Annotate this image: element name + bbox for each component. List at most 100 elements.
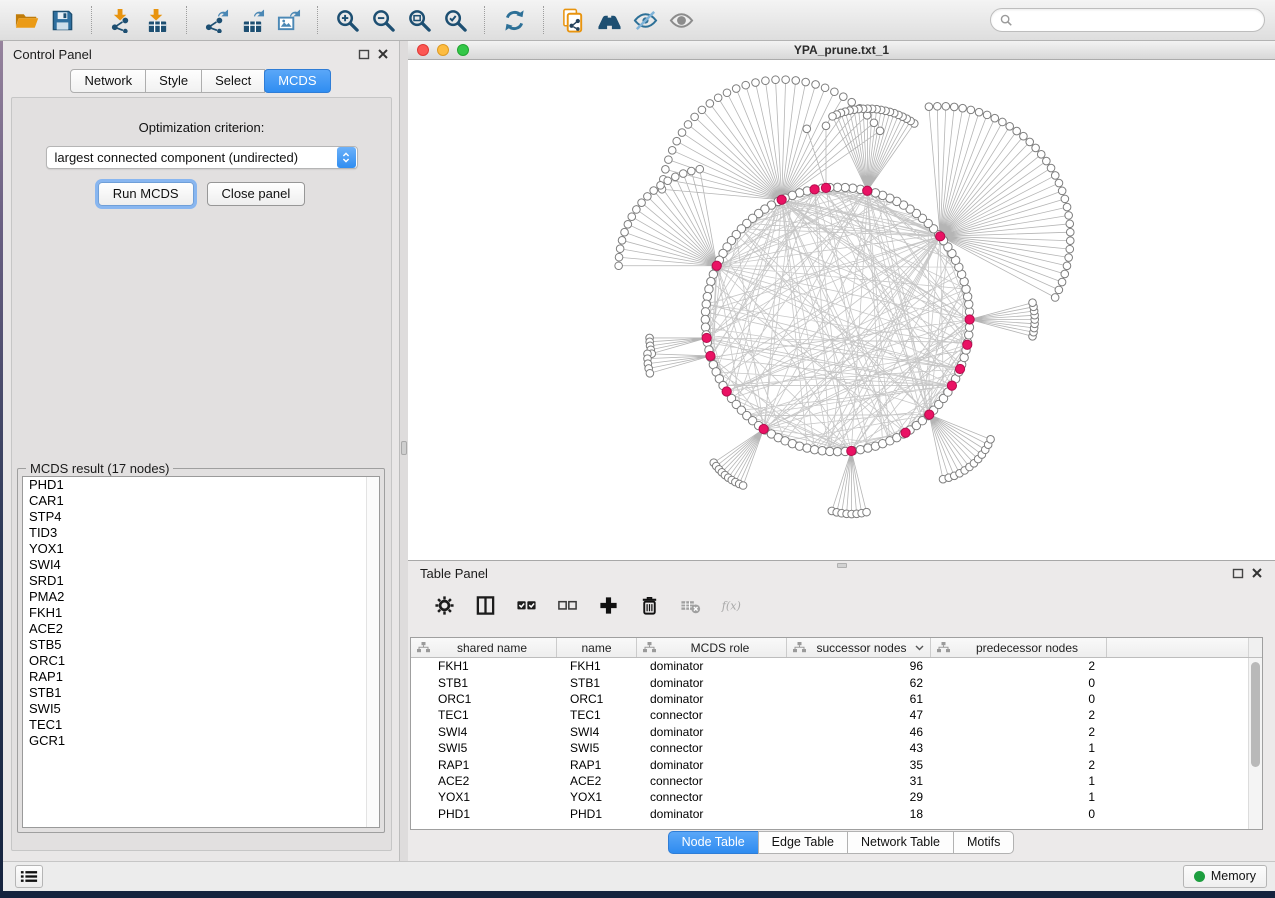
cell-name[interactable]: ORC1: [557, 692, 637, 706]
mcds-result-item[interactable]: SRD1: [23, 573, 379, 589]
network-node[interactable]: [1051, 172, 1059, 180]
network-node[interactable]: [833, 447, 841, 455]
network-node[interactable]: [870, 119, 878, 127]
select-all-button[interactable]: [514, 593, 538, 617]
deselect-all-button[interactable]: [555, 593, 579, 617]
network-node[interactable]: [1029, 299, 1037, 307]
import-network-button[interactable]: [105, 4, 137, 36]
mcds-result-item[interactable]: ACE2: [23, 621, 379, 637]
cell-shared-name[interactable]: ACE2: [411, 774, 557, 788]
network-hub-node[interactable]: [863, 186, 872, 195]
memory-button[interactable]: Memory: [1183, 865, 1267, 888]
network-node[interactable]: [963, 292, 971, 300]
cell-predecessor-nodes[interactable]: 0: [931, 807, 1107, 821]
network-node[interactable]: [705, 285, 713, 293]
float-panel-icon[interactable]: [358, 48, 370, 60]
network-node[interactable]: [1037, 151, 1045, 159]
cell-shared-name[interactable]: TEC1: [411, 708, 557, 722]
network-hub-node[interactable]: [965, 315, 974, 324]
network-node[interactable]: [624, 220, 632, 228]
tab-node-table[interactable]: Node Table: [668, 831, 759, 854]
mcds-result-item[interactable]: STP4: [23, 509, 379, 525]
network-hub-node[interactable]: [722, 387, 731, 396]
cell-shared-name[interactable]: SWI5: [411, 741, 557, 755]
mcds-result-item[interactable]: SWI4: [23, 557, 379, 573]
network-node[interactable]: [633, 206, 641, 214]
network-node[interactable]: [615, 253, 623, 261]
mcds-result-item[interactable]: GCR1: [23, 733, 379, 749]
cell-mcds-role[interactable]: dominator: [637, 807, 787, 821]
export-network-button[interactable]: [200, 4, 232, 36]
network-node[interactable]: [739, 482, 747, 490]
mcds-result-item[interactable]: SWI5: [23, 701, 379, 717]
network-node[interactable]: [1006, 122, 1014, 130]
cell-shared-name[interactable]: PHD1: [411, 807, 557, 821]
network-node[interactable]: [1061, 195, 1069, 203]
network-from-selection-button[interactable]: [557, 4, 589, 36]
table-row[interactable]: FKH1FKH1dominator962: [411, 658, 1262, 674]
network-node[interactable]: [621, 228, 629, 236]
network-node[interactable]: [706, 100, 714, 108]
add-row-button[interactable]: [596, 593, 620, 617]
cell-shared-name[interactable]: YOX1: [411, 790, 557, 804]
network-node[interactable]: [803, 125, 811, 133]
table-scrollbar[interactable]: [1248, 658, 1262, 829]
cell-name[interactable]: PHD1: [557, 807, 637, 821]
network-node[interactable]: [664, 177, 672, 185]
network-node[interactable]: [742, 81, 750, 89]
network-node[interactable]: [1032, 144, 1040, 152]
cell-predecessor-nodes[interactable]: 1: [931, 790, 1107, 804]
columns-button[interactable]: [473, 593, 497, 617]
network-node[interactable]: [703, 292, 711, 300]
zoom-fit-button[interactable]: [403, 4, 435, 36]
network-node[interactable]: [934, 102, 942, 110]
table-panel-grip[interactable]: [837, 563, 847, 568]
cell-successor-nodes[interactable]: 43: [787, 741, 931, 755]
close-panel-icon[interactable]: [377, 48, 389, 60]
network-node[interactable]: [762, 77, 770, 85]
cell-name[interactable]: RAP1: [557, 758, 637, 772]
cell-shared-name[interactable]: ORC1: [411, 692, 557, 706]
cell-mcds-role[interactable]: connector: [637, 774, 787, 788]
network-node[interactable]: [965, 331, 973, 339]
network-hub-node[interactable]: [712, 261, 721, 270]
tab-network-table[interactable]: Network Table: [847, 831, 954, 854]
cell-shared-name[interactable]: STB1: [411, 676, 557, 690]
gear-button[interactable]: [432, 593, 456, 617]
table-row[interactable]: RAP1RAP1dominator352: [411, 756, 1262, 772]
network-node[interactable]: [644, 193, 652, 201]
cell-mcds-role[interactable]: dominator: [637, 676, 787, 690]
cell-name[interactable]: SWI5: [557, 741, 637, 755]
tab-network[interactable]: Network: [70, 69, 146, 93]
mcds-result-item[interactable]: TEC1: [23, 717, 379, 733]
table-row[interactable]: ACE2ACE2connector311: [411, 773, 1262, 789]
cell-predecessor-nodes[interactable]: 0: [931, 676, 1107, 690]
panel-divider[interactable]: [400, 41, 408, 861]
network-hub-node[interactable]: [810, 185, 819, 194]
cell-mcds-role[interactable]: connector: [637, 708, 787, 722]
mcds-result-item[interactable]: RAP1: [23, 669, 379, 685]
cell-predecessor-nodes[interactable]: 2: [931, 659, 1107, 673]
save-session-button[interactable]: [46, 4, 78, 36]
cell-successor-nodes[interactable]: 31: [787, 774, 931, 788]
network-node[interactable]: [803, 444, 811, 452]
network-node[interactable]: [1063, 262, 1071, 270]
cell-name[interactable]: ACE2: [557, 774, 637, 788]
cell-successor-nodes[interactable]: 18: [787, 807, 931, 821]
cell-mcds-role[interactable]: dominator: [637, 659, 787, 673]
search-box[interactable]: [990, 8, 1265, 32]
network-node[interactable]: [942, 102, 950, 110]
tab-style[interactable]: Style: [145, 69, 202, 93]
network-hub-node[interactable]: [821, 183, 830, 192]
network-node[interactable]: [678, 129, 686, 137]
table-row[interactable]: YOX1YOX1connector291: [411, 789, 1262, 805]
zoom-selected-button[interactable]: [439, 4, 471, 36]
tab-motifs[interactable]: Motifs: [953, 831, 1014, 854]
network-node[interactable]: [1066, 237, 1074, 245]
column-header-successor-nodes[interactable]: successor nodes: [787, 638, 931, 657]
network-node[interactable]: [792, 77, 800, 85]
network-node[interactable]: [849, 184, 857, 192]
mcds-result-item[interactable]: PMA2: [23, 589, 379, 605]
mcds-result-item[interactable]: TID3: [23, 525, 379, 541]
network-node[interactable]: [959, 104, 967, 112]
